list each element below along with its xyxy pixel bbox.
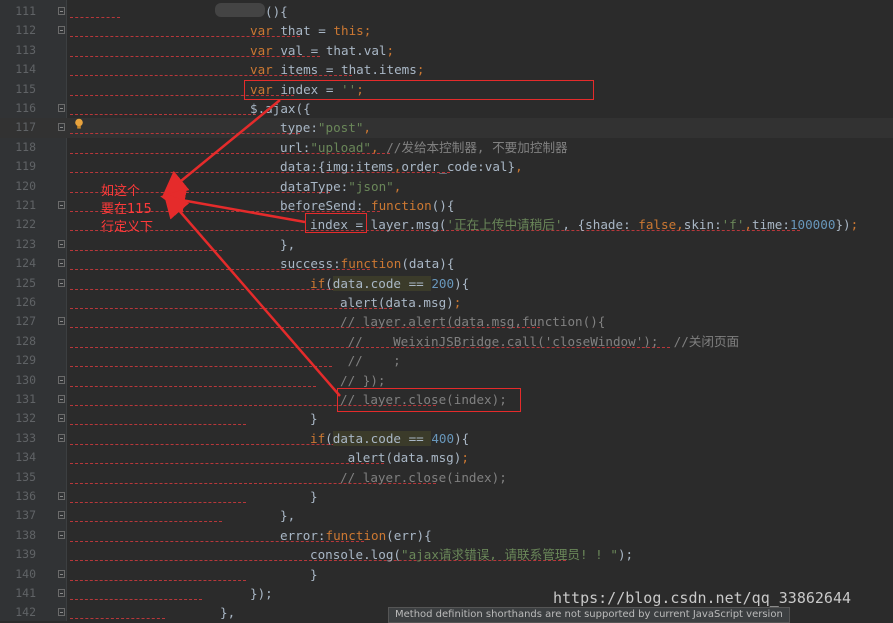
code-editor[interactable]: 111(){112 var that = this; 113 var val = th… [0, 0, 893, 623]
annotation-note: 如这个 要在115 行定义下 [101, 184, 154, 235]
watermark: https://blog.csdn.net/qq_33862644 [553, 589, 852, 607]
arrow-from-line115 [162, 99, 281, 197]
arrow-from-index-assign [160, 188, 306, 224]
annotation-arrows [160, 99, 341, 397]
arrow-from-layer-close [163, 192, 341, 397]
